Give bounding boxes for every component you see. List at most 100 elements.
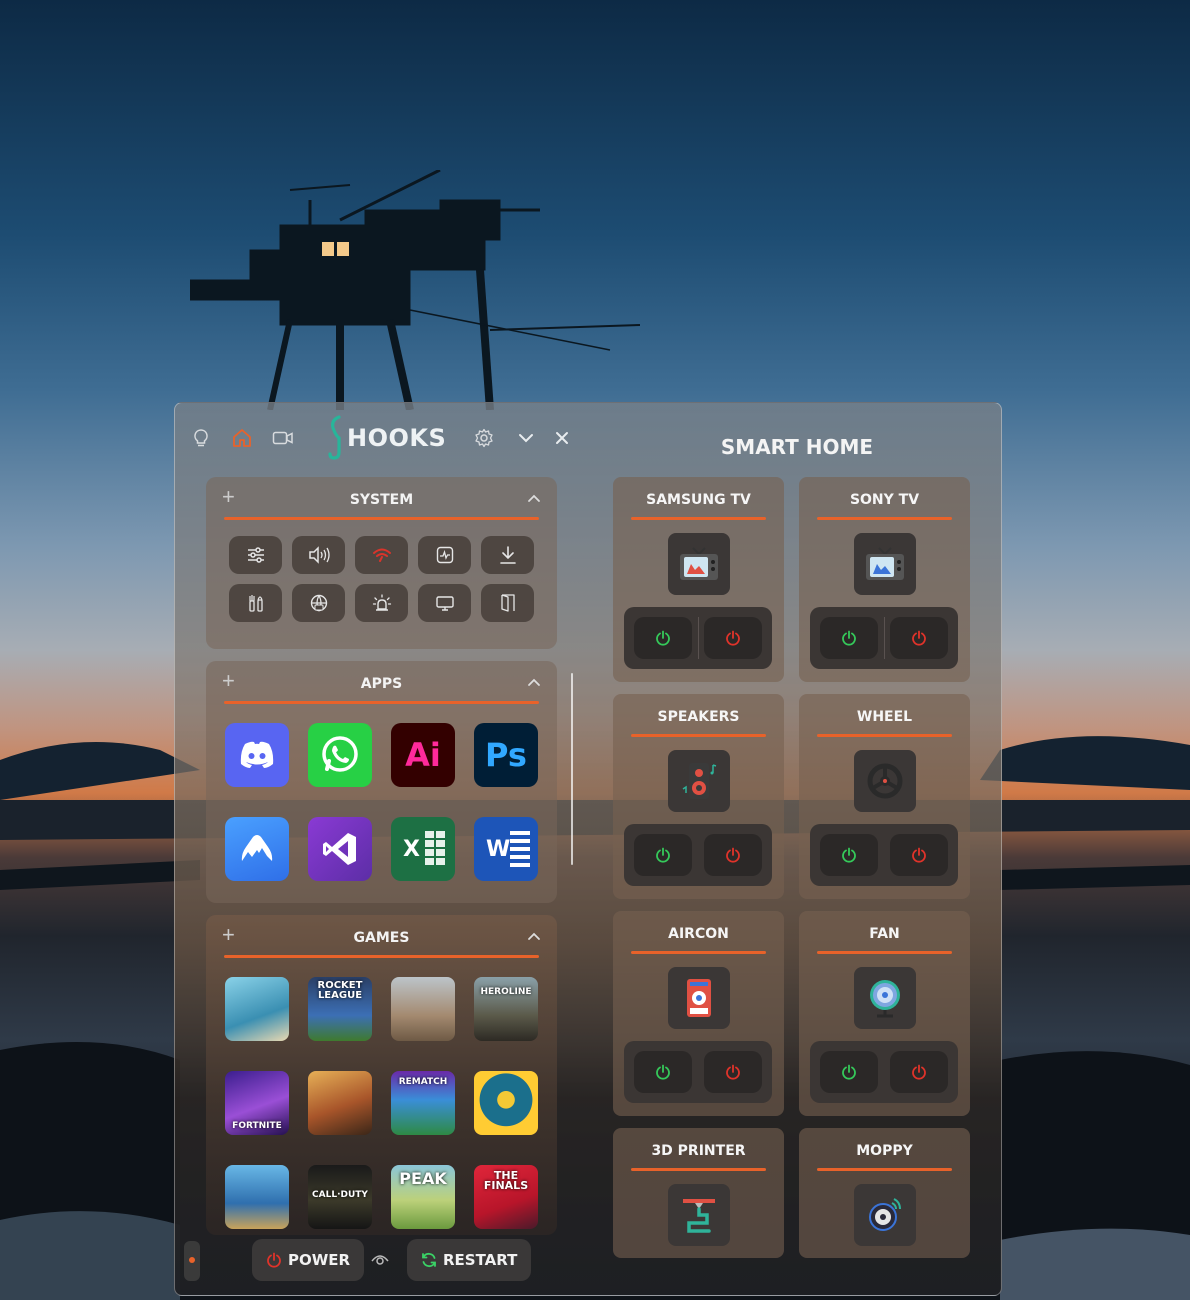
game-dune[interactable] [391,977,455,1041]
restart-button[interactable]: RESTART [407,1239,532,1281]
device-card-speakers: SPEAKERS [613,694,784,899]
app-visual-studio[interactable] [308,817,372,881]
power-on-button[interactable] [634,834,692,876]
device-name: SONY TV [849,492,920,508]
monitor-icon [435,596,454,611]
device-name: 3D PRINTER [651,1143,746,1159]
power-off-icon [912,847,926,863]
game-label: HEROLINE [480,987,532,997]
power-on-icon [842,630,856,646]
aircon-icon [668,967,730,1029]
monitor-button[interactable] [418,584,471,622]
device-name: FAN [869,926,900,942]
wifi-button[interactable] [355,536,408,574]
restart-icon [422,1252,436,1268]
separator [698,617,699,659]
globe-icon [310,594,327,612]
app-word[interactable]: W [474,817,538,881]
app-whatsapp[interactable] [308,723,372,787]
power-off-button[interactable] [704,834,762,876]
device-name: WHEEL [856,709,913,725]
game-the-finals[interactable]: THE FINALS [474,1165,538,1229]
device-name: MOPPY [856,1143,913,1159]
app-nordvpn[interactable] [225,817,289,881]
globe-button[interactable] [292,584,345,622]
game-deliver[interactable] [308,1071,372,1135]
hooks-window: HOOKS + SYSTEM + APPS Ai Ps X W + GAMES … [174,402,1002,1296]
power-off-button[interactable] [890,1051,948,1093]
device-divider [631,1168,766,1171]
game-tony-hawk[interactable] [225,1165,289,1229]
tools-button[interactable] [229,584,282,622]
download-button[interactable] [481,536,534,574]
close-icon[interactable] [551,427,573,449]
sliders-button[interactable] [229,536,282,574]
lightbulb-icon[interactable] [190,427,212,449]
visual-studio-icon [323,833,356,865]
smart-home-title: SMART HOME [720,435,874,459]
apps-grid: Ai Ps X W [225,723,538,881]
apps-panel: + APPS Ai Ps X W [206,661,557,903]
game-peak[interactable]: PEAK [391,1165,455,1229]
game-rocket-league[interactable]: ROCKET LEAGUE [308,977,372,1041]
app-discord[interactable] [225,723,289,787]
game-rematch[interactable]: REMATCH [391,1071,455,1135]
device-divider [817,734,952,737]
game-fortnite[interactable]: FORTNITE [225,1071,289,1135]
panel-divider [224,701,539,704]
home-icon[interactable] [231,427,253,449]
power-on-button[interactable] [634,617,692,659]
power-off-button[interactable] [890,617,948,659]
device-controls [624,824,772,886]
alarm-light-button[interactable] [355,584,408,622]
game-label: THE FINALS [483,1169,529,1192]
games-panel-header: + GAMES [206,915,557,959]
power-on-button[interactable] [634,1051,692,1093]
device-divider [817,517,952,520]
chevron-up-icon[interactable] [527,675,541,689]
apps-panel-header: + APPS [206,661,557,705]
app-excel[interactable]: X [391,817,455,881]
game-call-of-duty[interactable]: CALL·DUTY [308,1165,372,1229]
word-letter: W [486,836,511,862]
chevron-up-icon[interactable] [527,929,541,943]
game-sun[interactable] [474,1071,538,1135]
app-illustrator[interactable]: Ai [391,723,455,787]
chevron-up-icon[interactable] [527,491,541,505]
game-heroline[interactable]: HEROLINE [474,977,538,1041]
device-card-sony-tv: SONY TV [799,477,970,682]
power-on-icon [842,1064,856,1080]
system-panel: + SYSTEM [206,477,557,649]
panel-divider [224,517,539,520]
settings-icon[interactable] [473,427,495,449]
download-icon [499,546,516,564]
power-off-button[interactable] [890,834,948,876]
power-on-button[interactable] [820,617,878,659]
word-lines-icon [510,831,530,867]
activity-monitor-button[interactable] [418,536,471,574]
power-button[interactable]: POWER [252,1239,365,1281]
game-label: FORTNITE [232,1121,282,1131]
power-off-button[interactable] [704,1051,762,1093]
volume-button[interactable] [292,536,345,574]
camera-icon[interactable] [272,427,294,449]
apps-panel-title: APPS [360,676,403,692]
chevron-down-icon[interactable] [515,427,537,449]
eye-icon[interactable] [370,1251,390,1272]
power-off-button[interactable] [704,617,762,659]
power-on-button[interactable] [820,1051,878,1093]
device-name: AIRCON [668,926,729,942]
app-photoshop[interactable]: Ps [474,723,538,787]
device-card-wheel: WHEEL [799,694,970,899]
door-button[interactable] [481,584,534,622]
excel-letter: X [403,836,420,862]
scrollbar[interactable] [571,673,573,865]
robot-vacuum-icon [854,1184,916,1246]
power-on-button[interactable] [820,834,878,876]
device-divider [631,734,766,737]
title-bar: HOOKS [175,403,585,477]
game-sea[interactable] [225,977,289,1041]
alarm-light-icon [372,594,391,611]
device-controls [810,824,958,886]
device-controls [810,607,958,669]
